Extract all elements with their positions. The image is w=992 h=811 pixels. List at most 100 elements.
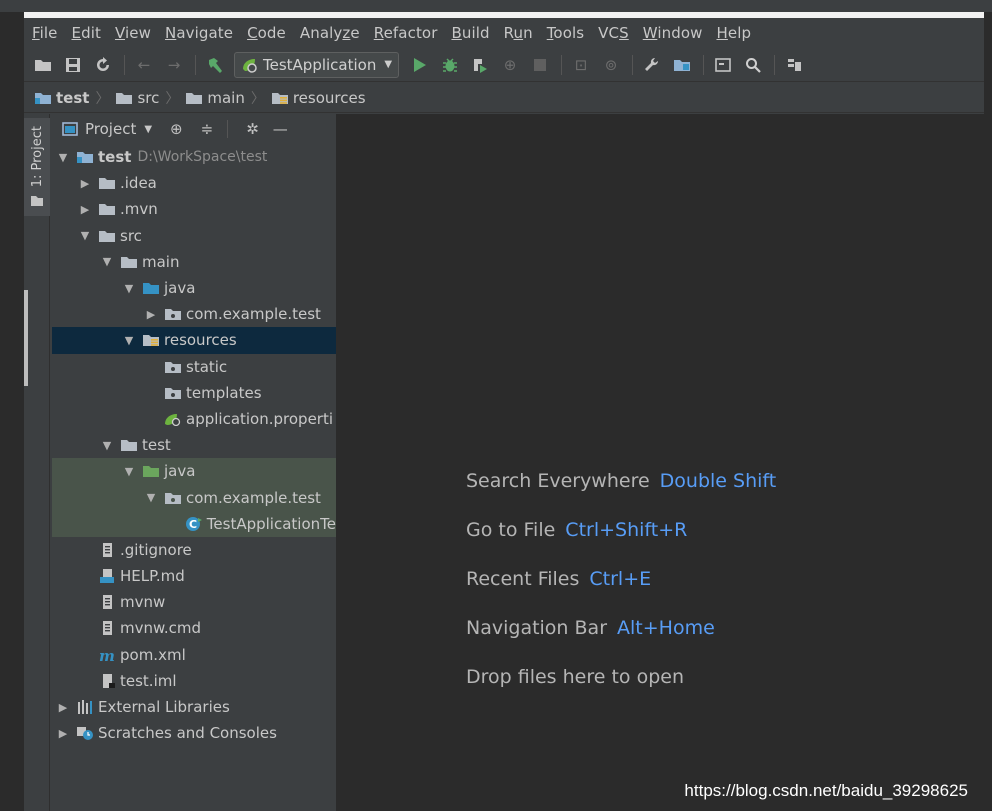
menu-analyze[interactable]: Analyze <box>300 24 360 42</box>
tree-row-src[interactable]: ▼ src <box>52 223 336 249</box>
expand-arrow-icon[interactable]: ▶ <box>78 203 92 216</box>
expand-arrow-icon[interactable]: ▼ <box>78 229 92 242</box>
editor-area[interactable]: Search Everywhere Double Shift Go to File… <box>336 114 984 811</box>
forward-arrow-icon[interactable]: → <box>163 54 185 76</box>
hide-minimize-icon[interactable]: — <box>273 120 288 138</box>
scrollbar[interactable] <box>24 290 28 386</box>
toolbar-separator <box>774 54 776 75</box>
menu-code[interactable]: Code <box>247 24 286 42</box>
back-arrow-icon[interactable]: ← <box>133 54 155 76</box>
menu-tools[interactable]: Tools <box>547 24 584 42</box>
menu-navigate[interactable]: Navigate <box>165 24 233 42</box>
expand-arrow-icon[interactable]: ▶ <box>78 177 92 190</box>
attach-debugger-icon[interactable]: ⊡ <box>570 54 592 76</box>
project-tool-window: Project ▼ ⊕ ≑ ✲ — ▼ test D:\WorkSpace\tes… <box>52 114 336 811</box>
menu-window[interactable]: Window <box>643 24 703 42</box>
tree-row-mvn[interactable]: ▶ .mvn <box>52 196 336 222</box>
hint-search-everywhere: Search Everywhere Double Shift <box>466 470 777 492</box>
tree-row-static[interactable]: static <box>52 354 336 380</box>
tree-row-java-test[interactable]: ▼ java <box>52 458 336 485</box>
project-tool-window-tab[interactable]: 1: Project <box>24 118 50 216</box>
menu-build[interactable]: Build <box>451 24 489 42</box>
expand-arrow-icon[interactable]: ▼ <box>100 255 114 268</box>
tree-row-mvnw[interactable]: mvnw <box>52 589 336 615</box>
menu-refactor[interactable]: Refactor <box>374 24 438 42</box>
run-configuration-select[interactable]: TestApplication ▼ <box>234 51 400 78</box>
project-view-select[interactable]: Project ▼ <box>62 120 152 138</box>
tree-row-help-md[interactable]: HELP.md <box>52 563 336 589</box>
breadcrumb-item-src[interactable]: src <box>115 89 159 107</box>
expand-arrow-icon[interactable]: ▼ <box>100 439 114 452</box>
search-icon[interactable] <box>742 54 764 76</box>
build-hammer-icon[interactable] <box>204 54 226 76</box>
markdown-file-icon <box>100 569 114 584</box>
folder-icon <box>116 92 133 104</box>
expand-arrow-icon[interactable]: ▶ <box>56 701 70 714</box>
tree-row-application-properties[interactable]: application.properti <box>52 406 336 432</box>
text-file-icon <box>103 595 112 610</box>
open-folder-icon[interactable] <box>32 54 54 76</box>
breadcrumb-separator-icon: 〉 <box>95 90 110 107</box>
project-structure-icon[interactable] <box>671 54 693 76</box>
stop-icon[interactable] <box>529 54 551 76</box>
tree-row-pom-xml[interactable]: m pom.xml <box>52 642 336 668</box>
tool-window-strip: 1: Project <box>24 114 50 811</box>
breadcrumb-item-main[interactable]: main <box>185 89 245 107</box>
menu-bar: File Edit View Navigate Code Analyze Ref… <box>24 18 984 48</box>
tree-row-external-libraries[interactable]: ▶ External Libraries <box>52 694 336 720</box>
watermark-url: https://blog.csdn.net/baidu_39298625 <box>684 781 968 800</box>
expand-arrow-icon[interactable]: ▼ <box>122 334 136 347</box>
run-with-coverage-icon[interactable] <box>469 54 491 76</box>
database-icon[interactable] <box>783 54 805 76</box>
tree-row-main[interactable]: ▼ main <box>52 249 336 275</box>
vcs-update-icon[interactable]: ⊚ <box>600 54 622 76</box>
tree-row-scratches[interactable]: ▶ Scratches and Consoles <box>52 720 336 746</box>
expand-arrow-icon[interactable]: ▼ <box>144 491 158 504</box>
project-view-icon <box>62 122 78 136</box>
tree-row-test-iml[interactable]: test.iml <box>52 668 336 694</box>
tree-row-idea[interactable]: ▶ .idea <box>52 170 336 196</box>
breadcrumb-separator-icon: 〉 <box>165 90 180 107</box>
gear-icon[interactable]: ✲ <box>246 120 259 138</box>
tree-row-test[interactable]: ▼ test <box>52 432 336 458</box>
resources-folder-icon <box>271 92 288 104</box>
expand-arrow-icon[interactable]: ▼ <box>122 465 136 478</box>
expand-arrow-icon[interactable]: ▼ <box>122 282 136 295</box>
menu-vcs[interactable]: VCS <box>598 24 629 42</box>
breadcrumb-item-test[interactable]: test <box>34 89 89 107</box>
locate-target-icon[interactable]: ⊕ <box>170 120 183 138</box>
tree-row-templates[interactable]: templates <box>52 380 336 406</box>
sync-icon[interactable] <box>92 54 114 76</box>
breadcrumb-item-resources[interactable]: resources <box>271 89 366 107</box>
expand-arrow-icon[interactable]: ▶ <box>144 308 158 321</box>
shortcut-key: Ctrl+E <box>589 568 652 590</box>
expand-arrow-icon[interactable]: ▶ <box>56 727 70 740</box>
hint-recent-files: Recent Files Ctrl+E <box>466 568 652 590</box>
save-icon[interactable] <box>62 54 84 76</box>
debug-bug-icon[interactable] <box>439 54 461 76</box>
settings-wrench-icon[interactable] <box>641 54 663 76</box>
tree-row-mvnw-cmd[interactable]: mvnw.cmd <box>52 615 336 641</box>
expand-arrow-icon[interactable]: ▼ <box>56 151 70 164</box>
tree-row-resources[interactable]: ▼ resources <box>52 327 336 354</box>
menu-view[interactable]: View <box>115 24 151 42</box>
terminal-window-icon[interactable] <box>712 54 734 76</box>
toolbar-separator <box>561 54 563 75</box>
run-icon[interactable] <box>409 54 431 76</box>
tree-row-test-class[interactable]: C TestApplicationTe <box>52 510 336 537</box>
menu-run[interactable]: Run <box>504 24 533 42</box>
text-file-icon <box>103 621 112 636</box>
tree-row-test-package[interactable]: ▼ com.example.test <box>52 484 336 511</box>
menu-edit[interactable]: Edit <box>72 24 101 42</box>
toolbar-separator <box>703 54 705 75</box>
tree-row-java-source[interactable]: ▼ java <box>52 275 336 301</box>
folder-icon <box>121 440 137 452</box>
tree-row-package[interactable]: ▶ com.example.test <box>52 301 336 327</box>
tree-row-project-root[interactable]: ▼ test D:\WorkSpace\test <box>52 144 336 170</box>
tree-row-gitignore[interactable]: .gitignore <box>52 537 336 563</box>
profiler-icon[interactable]: ⊕ <box>499 54 521 76</box>
menu-file[interactable]: File <box>32 24 58 42</box>
collapse-all-icon[interactable]: ≑ <box>201 120 214 138</box>
menu-help[interactable]: Help <box>717 24 752 42</box>
svg-text:m: m <box>99 648 115 662</box>
